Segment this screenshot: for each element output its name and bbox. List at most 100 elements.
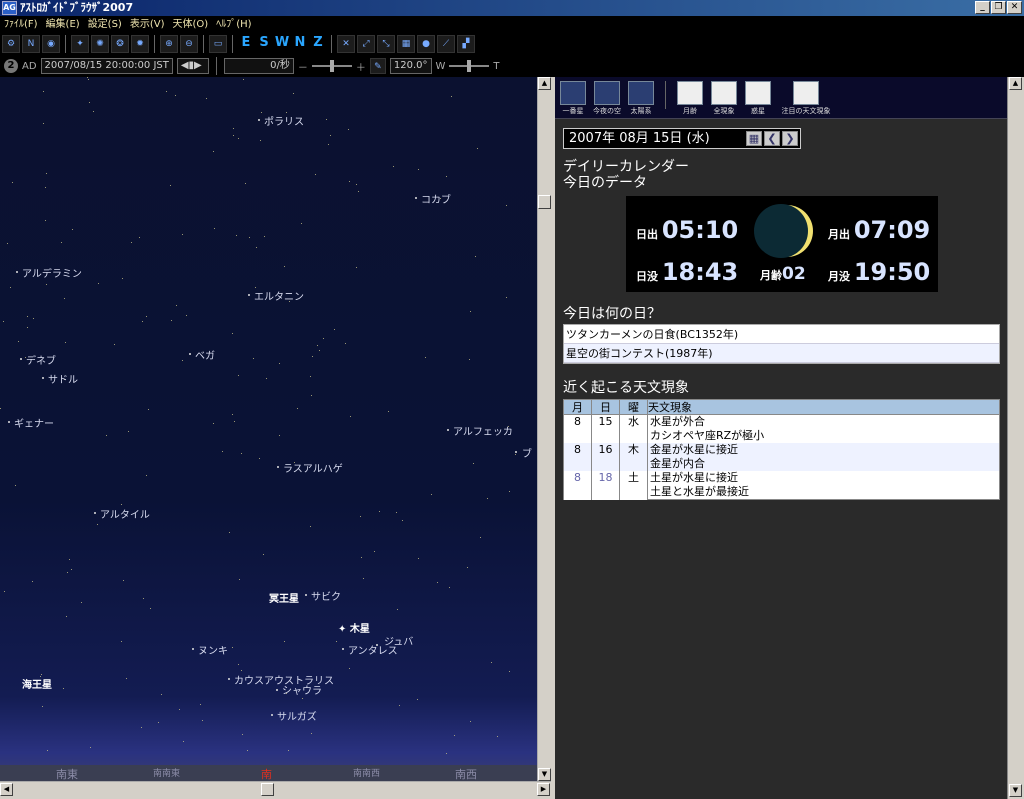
datetime-field[interactable]: 2007/08/15 20:00:00 JST xyxy=(40,58,173,74)
moonage-value: 02 xyxy=(782,264,806,284)
star-label[interactable]: アルタイル xyxy=(100,506,150,521)
chart-icon[interactable]: ▞ xyxy=(457,35,475,53)
star-label[interactable]: ブ xyxy=(522,445,532,460)
planet-label[interactable]: 海王星 xyxy=(22,676,52,691)
fov-slider[interactable] xyxy=(449,60,490,72)
star-label[interactable]: コカブ xyxy=(421,191,451,206)
list-item[interactable]: ツタンカーメンの日食(BC1352年) xyxy=(564,325,999,344)
star-label[interactable]: ポラリス xyxy=(264,113,304,128)
table-row[interactable]: 8 15 水水星が外合 xyxy=(563,414,1000,429)
table-row[interactable]: 8 16 木金星が水星に接近 xyxy=(563,443,1000,457)
expand-icon[interactable]: ⤢ xyxy=(357,35,375,53)
tonight-sky-button[interactable]: 今夜の空 xyxy=(593,81,621,116)
fit-icon[interactable]: ⤡ xyxy=(377,35,395,53)
panel-vertical-scrollbar[interactable]: ▲ ▼ xyxy=(1007,77,1024,799)
star-label[interactable]: ヌンキ xyxy=(198,642,228,657)
telescope-icon[interactable]: ⟋ xyxy=(437,35,455,53)
speed-slider[interactable] xyxy=(311,60,352,72)
all-events-button[interactable]: 全現象 xyxy=(710,81,738,116)
scroll-thumb[interactable] xyxy=(538,195,551,209)
menu-help[interactable]: ﾍﾙﾌﾟ(H) xyxy=(216,16,251,33)
scroll-down-icon[interactable]: ▼ xyxy=(1009,784,1022,797)
direction-west-button[interactable]: W xyxy=(274,35,290,53)
background-star xyxy=(90,747,91,748)
menu-file[interactable]: ﾌｧｲﾙ(F) xyxy=(4,16,38,33)
button-label: 一番星 xyxy=(562,107,584,115)
menu-view[interactable]: 表示(V) xyxy=(130,16,165,33)
star-map-vertical-scrollbar[interactable]: ▲ ▼ xyxy=(537,77,551,781)
direction-north-button[interactable]: N xyxy=(292,35,308,53)
star-label[interactable]: シャウラ xyxy=(282,682,322,697)
table-row[interactable]: 土星と水星が最接近 xyxy=(563,485,1000,500)
table-row[interactable]: カシオペヤ座RZが極小 xyxy=(563,429,1000,443)
screen-icon[interactable]: ▭ xyxy=(209,35,227,53)
star-label[interactable]: アンタレス xyxy=(348,642,398,657)
prev-day-icon[interactable]: ❮ xyxy=(764,131,780,146)
planet-label[interactable]: ✦ 木星 xyxy=(338,620,370,635)
star-label[interactable]: アルフェッカ xyxy=(453,423,513,438)
first-star-button[interactable]: 一番星 xyxy=(559,81,587,116)
direction-east-button[interactable]: E xyxy=(238,35,254,53)
maximize-button[interactable]: ❐ xyxy=(991,1,1006,14)
table-row[interactable]: 金星が内合 xyxy=(563,457,1000,471)
minimize-button[interactable]: _ xyxy=(975,1,990,14)
globe-icon[interactable]: ◉ xyxy=(42,35,60,53)
mars-icon[interactable]: ● xyxy=(417,35,435,53)
background-star xyxy=(3,321,4,322)
list-item[interactable]: 星空の街コンテスト(1987年) xyxy=(564,344,999,363)
speed-select[interactable]: 0/秒 xyxy=(223,58,294,74)
table-row[interactable]: 8 18 土土星が水星に接近 xyxy=(563,471,1000,485)
fov-field[interactable]: 120.0° xyxy=(389,58,432,74)
star-label[interactable]: エルタニン xyxy=(254,288,304,303)
zoom-out-icon[interactable]: ⊖ xyxy=(180,35,198,53)
star-map[interactable]: ポラリス コカブ アルデラミン エルタニン ベガ デネブ サドル ギェナー アル… xyxy=(0,77,537,781)
star-label[interactable]: デネブ xyxy=(26,352,56,367)
constellation-icon[interactable]: ✦ xyxy=(71,35,89,53)
calendar-icon[interactable]: ▦ xyxy=(746,131,762,146)
star-label[interactable]: アルデラミン xyxy=(22,265,82,280)
nebula-icon[interactable]: ❂ xyxy=(111,35,129,53)
solar-system-button[interactable]: 太陽系 xyxy=(627,81,655,116)
star-label[interactable]: サドル xyxy=(48,371,78,386)
background-star xyxy=(45,220,46,221)
notable-events-button[interactable]: 注目の天文現象 xyxy=(778,81,834,116)
zoom-in-icon[interactable]: ⊕ xyxy=(160,35,178,53)
planets-button[interactable]: 惑星 xyxy=(744,81,772,116)
calendar-icon[interactable]: ▦ xyxy=(397,35,415,53)
cross-icon[interactable]: ✕ xyxy=(337,35,355,53)
planet-label[interactable]: 冥王星 xyxy=(269,590,299,605)
moon-age-button[interactable]: 月齢 xyxy=(676,81,704,116)
background-star xyxy=(469,359,470,360)
star-label[interactable]: サビク xyxy=(311,588,341,603)
scroll-left-icon[interactable]: ◀ xyxy=(0,783,13,796)
star-label[interactable]: ギェナー xyxy=(14,415,54,430)
scroll-up-icon[interactable]: ▲ xyxy=(1009,77,1022,90)
scroll-right-icon[interactable]: ▶ xyxy=(537,783,550,796)
menu-edit[interactable]: 編集(E) xyxy=(46,16,80,33)
close-button[interactable]: ✕ xyxy=(1007,1,1022,14)
star-label[interactable]: ラスアルハゲ xyxy=(283,460,343,475)
menu-settings[interactable]: 設定(S) xyxy=(88,16,122,33)
next-day-icon[interactable]: ❯ xyxy=(782,131,798,146)
time-spinner[interactable]: ◀▮▶ xyxy=(176,58,209,74)
settings-icon[interactable]: ⚙ xyxy=(2,35,20,53)
galaxy-icon[interactable]: ✹ xyxy=(131,35,149,53)
background-star xyxy=(379,511,380,512)
background-star xyxy=(470,311,471,312)
star-label[interactable]: ベガ xyxy=(195,347,215,362)
date-field[interactable]: 2007年 08月 15日 (水) ▦ ❮ ❯ xyxy=(563,128,801,149)
background-star xyxy=(363,578,364,579)
lock-icon[interactable]: ✎ xyxy=(369,58,386,74)
background-star xyxy=(345,343,346,344)
direction-zenith-button[interactable]: Z xyxy=(310,35,326,53)
star-map-horizontal-scrollbar[interactable]: ◀ ▶ xyxy=(0,781,551,799)
menu-object[interactable]: 天体(O) xyxy=(173,16,209,33)
star-label[interactable]: サルガズ xyxy=(277,708,317,723)
mode-badge[interactable]: 2 xyxy=(4,59,18,73)
direction-south-button[interactable]: S xyxy=(256,35,272,53)
now-icon[interactable]: N xyxy=(22,35,40,53)
scroll-up-icon[interactable]: ▲ xyxy=(538,77,551,90)
scroll-down-icon[interactable]: ▼ xyxy=(538,768,551,781)
deep-sky-icon[interactable]: ✺ xyxy=(91,35,109,53)
scroll-thumb[interactable] xyxy=(261,783,274,796)
